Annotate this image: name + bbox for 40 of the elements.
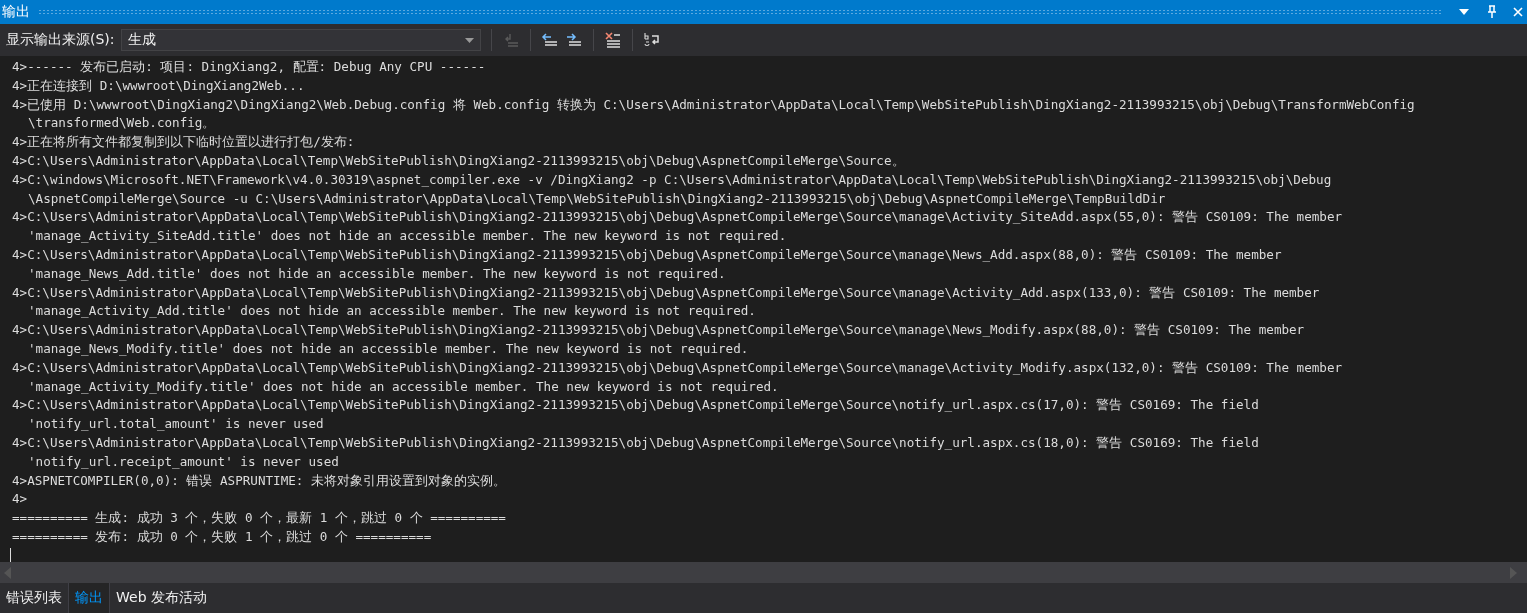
output-line: 'notify_url.total_amount' is never used <box>28 415 324 434</box>
caret-icon <box>464 37 474 43</box>
pin-icon[interactable] <box>1485 5 1499 19</box>
output-line: 'manage_Activity_Modify.title' does not hide an accessible member. The new keyword is not required. <box>28 377 779 396</box>
output-line: 'manage_Activity_SiteAdd.title' does not hide an accessible member. The new keyword is not required. <box>28 227 787 246</box>
output-line: \AspnetCompileMerge\Source -u C:\Users\Administrator\AppData\Local\Temp\WebSitePublish\DingXiang2-2113993215\obj\Debug\AspnetCompileMerge\TempBuildDir <box>28 189 1166 208</box>
output-line: 4>C:\Users\Administrator\AppData\Local\Temp\WebSitePublish\DingXiang2-2113993215\obj\Debug\AspnetCompileMerge\Source\manage\Activity_Modify.aspx(132,0): 警告 CS0109: The member <box>12 358 1343 377</box>
output-line: 4>C:\Users\Administrator\AppData\Local\Temp\WebSitePublish\DingXiang2-2113993215\obj\Debug\AspnetCompileMerge\Source\notify_url.aspx.cs(18,0): 警告 CS0169: The field <box>12 433 1259 452</box>
output-line: 4>C:\Users\Administrator\AppData\Local\Temp\WebSitePublish\DingXiang2-2113993215\obj\Debug\AspnetCompileMerge\Source。 <box>12 152 905 170</box>
output-line: 4>已使用 D:\wwwroot\DingXiang2\DingXiang2\Web.Debug.config 将 Web.config 转换为 C:\Users\Administrator\AppData\Local\Temp\WebSitePublish\DingXiang2-2113993215\obj\Debug\TransformWebConfig <box>12 95 1415 114</box>
output-line: 4>正在将所有文件都复制到以下临时位置以进行打包/发布: <box>12 133 355 152</box>
next-message-icon[interactable] <box>564 32 583 48</box>
output-line: 4>C:\Users\Administrator\AppData\Local\Temp\WebSitePublish\DingXiang2-2113993215\obj\Debug\AspnetCompileMerge\Source\manage\Activity_Add.aspx(133,0): 警告 CS0109: The member <box>12 283 1320 302</box>
output-line: 4>C:\Users\Administrator\AppData\Local\Temp\WebSitePublish\DingXiang2-2113993215\obj\Debug\AspnetCompileMerge\Source\notify_url.aspx.cs(17,0): 警告 CS0169: The field <box>12 396 1259 415</box>
output-line: 'manage_News_Modify.title' does not hide an accessible member. The new keyword is not required. <box>28 339 749 358</box>
output-line: 4>C:\Users\Administrator\AppData\Local\Temp\WebSitePublish\DingXiang2-2113993215\obj\Debug\AspnetCompileMerge\Source\manage\News_Modify.aspx(88,0): 警告 CS0109: The member <box>12 321 1305 340</box>
output-line: 4>C:\windows\Microsoft.NET\Framework\v4.0.30319\aspnet_compiler.exe -v /DingXiang2 -p C:\Users\Administrator\AppData\Local\Temp\WebSitePublish\DingXiang2-2113993215\obj\Debug <box>12 170 1332 189</box>
output-line: 'manage_Activity_Add.title' does not hide an accessible member. The new keyword is not required. <box>28 302 756 321</box>
output-line: 4>C:\Users\Administrator\AppData\Local\Temp\WebSitePublish\DingXiang2-2113993215\obj\Debug\AspnetCompileMerge\Source\manage\Activity_SiteAdd.aspx(55,0): 警告 CS0109: The member <box>12 208 1343 227</box>
source-dropdown[interactable]: 生成 <box>120 29 481 51</box>
panel-tab[interactable]: 输出 <box>68 583 110 613</box>
output-line: ========== 生成: 成功 3 个，失败 0 个，最新 1 个，跳过 0 个 ========== <box>12 509 506 528</box>
output-line: 4>ASPNETCOMPILER(0,0): 错误 ASPRUNTIME: 未将对象引用设置到对象的实例。 <box>12 471 506 490</box>
window-title: 输出 <box>2 3 30 21</box>
text-cursor <box>10 547 11 562</box>
output-line: \transformed\Web.config。 <box>28 114 216 133</box>
output-line: 4>C:\Users\Administrator\AppData\Local\Temp\WebSitePublish\DingXiang2-2113993215\obj\Debug\AspnetCompileMerge\Source\manage\News_Add.aspx(88,0): 警告 CS0109: The member <box>12 245 1282 264</box>
previous-message-icon[interactable] <box>540 32 559 48</box>
output-line: 'notify_url.receipt_amount' is never used <box>28 452 339 471</box>
clear-all-icon[interactable] <box>603 32 622 48</box>
close-icon[interactable] <box>1513 5 1523 19</box>
output-line: 4>------ 发布已启动: 项目: DingXiang2, 配置: Debug Any CPU ------ <box>12 58 486 76</box>
source-label: 显示输出来源(S): <box>6 31 115 49</box>
output-line: 4>正在连接到 D:\wwwroot\DingXiang2Web... <box>12 76 305 95</box>
panel-tab[interactable]: Web 发布活动 <box>110 583 213 613</box>
panel-tab[interactable]: 错误列表 <box>0 583 68 613</box>
word-wrap-icon[interactable] <box>642 32 661 48</box>
output-line: 4> <box>12 490 28 509</box>
output-line: 'manage_News_Add.title' does not hide an accessible member. The new keyword is not required. <box>28 264 726 283</box>
output-line: ========== 发布: 成功 0 个，失败 1 个，跳过 0 个 ========== <box>12 527 432 546</box>
